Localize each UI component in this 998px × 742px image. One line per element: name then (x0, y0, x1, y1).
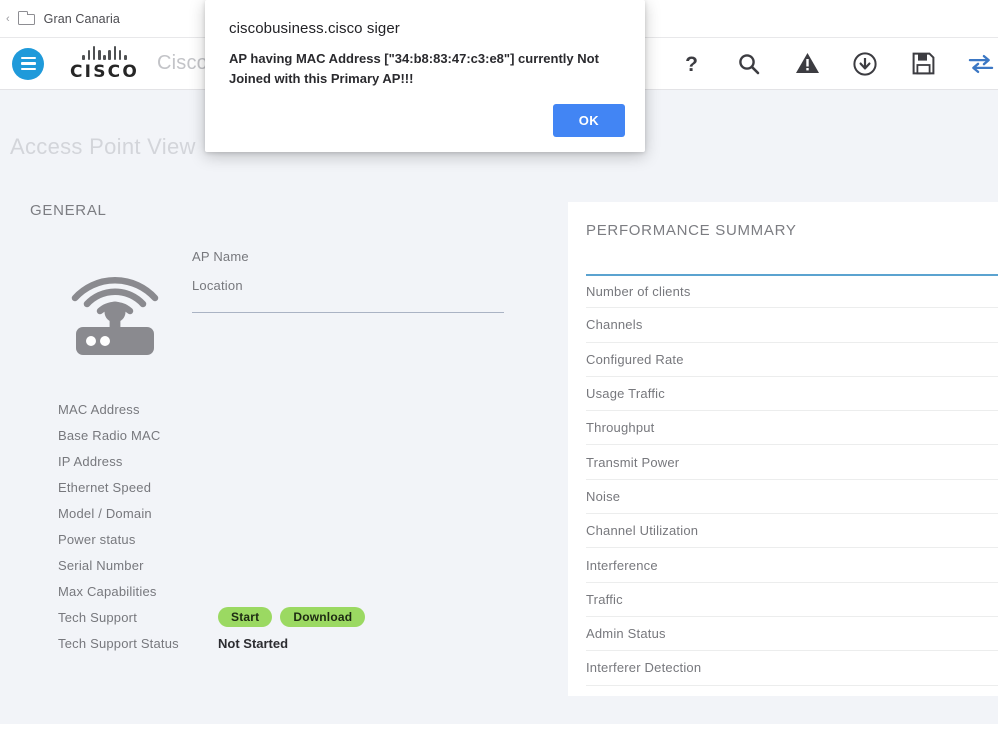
performance-row: Channels (586, 308, 998, 343)
general-row: Max Capabilities (58, 578, 540, 604)
dialog-ok-button[interactable]: OK (552, 104, 625, 137)
general-row: IP Address (58, 448, 540, 474)
general-panel: GENERAL AP Name Location MAC Address Bas… (0, 202, 540, 656)
tech-support-label: Tech Support (58, 609, 138, 625)
dialog-actions: OK (205, 89, 645, 137)
general-row-label: IP Address (58, 453, 123, 469)
cisco-logo: CISCO (70, 45, 139, 82)
location-label: Location (192, 278, 243, 293)
general-row: Serial Number (58, 552, 540, 578)
tech-support-row: Tech Support Start Download (58, 604, 540, 630)
performance-row: Transmit Power (586, 445, 998, 480)
performance-row: Noise (586, 480, 998, 515)
performance-table: Number of clients Channels Configured Ra… (568, 274, 998, 686)
download-icon[interactable] (852, 51, 878, 77)
app-title: Cisco (156, 52, 208, 74)
tech-support-status-row: Tech Support Status Not Started (58, 630, 540, 656)
general-row: Model / Domain (58, 500, 540, 526)
performance-heading: PERFORMANCE SUMMARY (586, 222, 797, 239)
tech-support-status-value: Not Started (218, 635, 289, 651)
performance-row: Throughput (586, 411, 998, 446)
general-details-list: MAC Address Base Radio MAC IP Address Et… (58, 396, 540, 656)
performance-row: Usage Traffic (586, 377, 998, 412)
breadcrumb-label[interactable]: Gran Canaria (44, 12, 120, 26)
folder-icon (17, 11, 35, 25)
back-chevron-icon[interactable]: ‹ (4, 13, 18, 25)
general-row-label: Ethernet Speed (58, 479, 152, 495)
general-row-label: Max Capabilities (58, 583, 157, 599)
general-row: Power status (58, 526, 540, 552)
search-icon[interactable] (736, 51, 762, 77)
ap-fields: AP Name Location (192, 249, 540, 362)
dialog-title: ciscobusiness.cisco siger (229, 20, 400, 37)
performance-row: Traffic (586, 583, 998, 617)
dialog-message: AP having MAC Address ["34:b8:83:47:c3:e… (229, 51, 599, 86)
general-row-label: Base Radio MAC (58, 427, 161, 443)
tech-support-download-button[interactable]: Download (280, 607, 366, 627)
performance-row: Number of clients (586, 274, 998, 309)
access-point-view-page: ‹ Gran Canaria CISCO Cisco ? Access Poin… (0, 0, 998, 742)
performance-summary-card: PERFORMANCE SUMMARY Number of clients Ch… (568, 202, 998, 696)
general-heading: GENERAL (30, 202, 107, 219)
performance-row: Channel Utilization (586, 514, 998, 549)
access-point-icon (56, 249, 174, 362)
general-row-label: MAC Address (58, 401, 140, 417)
ap-name-label: AP Name (192, 249, 249, 264)
tech-support-start-button[interactable]: Start (218, 607, 273, 627)
location-input-underline[interactable] (192, 312, 504, 313)
cisco-wordmark: CISCO (70, 62, 139, 82)
general-row-label: Serial Number (58, 557, 144, 573)
swap-transfer-icon[interactable] (968, 51, 994, 77)
general-row-label: Power status (58, 531, 136, 547)
header-icon-group: ? (678, 51, 998, 77)
help-icon[interactable]: ? (678, 51, 704, 77)
page-title: Access Point View (10, 134, 196, 159)
general-row: MAC Address (58, 396, 540, 422)
bottom-card (0, 724, 998, 742)
alert-dialog: ciscobusiness.cisco siger AP having MAC … (205, 0, 645, 152)
general-row: Base Radio MAC (58, 422, 540, 448)
page-body: Access Point View GENERAL AP Name Locati… (0, 90, 998, 724)
alert-warning-icon[interactable] (794, 51, 820, 77)
hamburger-menu-icon[interactable] (12, 47, 44, 80)
tech-support-status-label: Tech Support Status (58, 635, 179, 651)
performance-row: Configured Rate (586, 343, 998, 377)
performance-row: Interference (586, 548, 998, 583)
general-row-label: Model / Domain (58, 505, 152, 521)
save-floppy-icon[interactable] (910, 51, 936, 77)
svg-text:?: ? (685, 53, 698, 75)
performance-row: Interferer Detection (586, 651, 998, 686)
performance-row: Admin Status (586, 617, 998, 652)
cisco-bars-icon (82, 45, 127, 60)
general-row: Ethernet Speed (58, 474, 540, 500)
